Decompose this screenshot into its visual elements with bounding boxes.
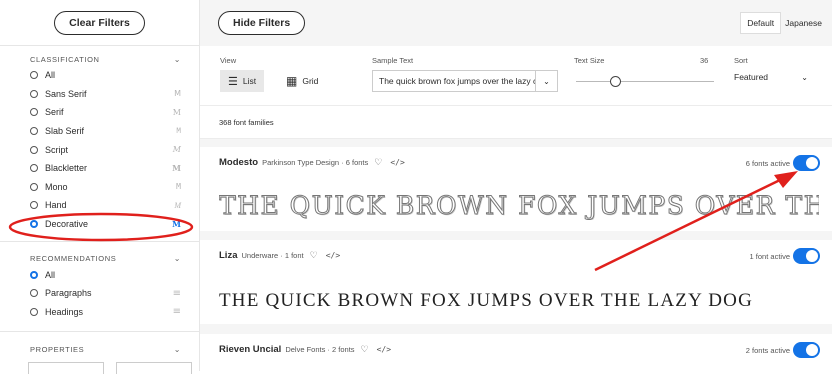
classification-glyph: M	[174, 200, 181, 210]
property-box[interactable]	[28, 362, 104, 374]
radio-icon[interactable]	[30, 108, 38, 117]
recommendation-label: Headings	[45, 306, 84, 317]
classification-script[interactable]: Script M	[0, 140, 199, 159]
recommendations-header[interactable]: RECOMMENDATIONS ⌄	[0, 251, 199, 265]
recommendation-all[interactable]: All	[0, 265, 199, 284]
classification-label: Serif	[45, 107, 64, 118]
properties-heading: PROPERTIES	[30, 344, 85, 354]
recommendation-paragraphs[interactable]: Paragraphs ≡	[0, 284, 199, 303]
radio-icon[interactable]	[30, 145, 38, 154]
chevron-down-icon[interactable]: ⌄	[174, 254, 181, 263]
radio-icon[interactable]	[30, 71, 38, 80]
clear-filters-button[interactable]: Clear Filters	[54, 10, 145, 35]
classification-heading: CLASSIFICATION	[30, 54, 100, 64]
classification-slab-serif[interactable]: Slab Serif M	[0, 122, 199, 141]
property-boxes	[0, 356, 199, 374]
classification-glyph: M	[172, 107, 181, 117]
classification-blackletter[interactable]: Blackletter M	[0, 159, 199, 178]
radio-icon[interactable]	[30, 182, 38, 191]
classification-glyph: M	[174, 89, 181, 99]
radio-icon[interactable]	[30, 289, 38, 298]
recommendations-section: RECOMMENDATIONS ⌄ All Paragraphs ≡ Headi…	[0, 241, 199, 321]
heading-lines-icon: ≡	[172, 306, 181, 318]
classification-label: Sans Serif	[45, 88, 87, 99]
classification-sans-serif[interactable]: Sans Serif M	[0, 85, 199, 104]
radio-selected-icon[interactable]	[30, 270, 38, 279]
classification-glyph: M	[172, 163, 181, 174]
arrow-head	[774, 171, 798, 188]
recommendations-heading: RECOMMENDATIONS	[30, 253, 117, 263]
chevron-down-icon[interactable]: ⌄	[174, 345, 181, 354]
classification-all[interactable]: All	[0, 66, 199, 85]
properties-section: PROPERTIES ⌄	[0, 331, 199, 374]
chevron-down-icon[interactable]: ⌄	[174, 55, 181, 64]
annotation-ellipse	[8, 212, 194, 242]
classification-glyph: M	[172, 145, 181, 155]
classification-label: Mono	[45, 181, 68, 192]
classification-mono[interactable]: Mono M	[0, 178, 199, 197]
classification-header[interactable]: CLASSIFICATION ⌄	[0, 52, 199, 66]
radio-icon[interactable]	[30, 164, 38, 173]
radio-icon[interactable]	[30, 89, 38, 98]
property-box[interactable]	[116, 362, 192, 374]
recommendation-headings[interactable]: Headings ≡	[0, 303, 199, 322]
paragraph-lines-icon: ≡	[172, 287, 181, 299]
classification-label: Slab Serif	[45, 126, 85, 137]
classification-label: Hand	[45, 200, 67, 211]
annotation-arrow	[594, 171, 798, 272]
classification-glyph: M	[176, 182, 181, 192]
radio-icon[interactable]	[30, 127, 38, 136]
arrow-shaft	[594, 178, 781, 272]
classification-serif[interactable]: Serif M	[0, 103, 199, 122]
filters-sidebar: Clear Filters CLASSIFICATION ⌄ All Sans …	[0, 0, 200, 374]
classification-label: Script	[45, 144, 69, 155]
classification-glyph: M	[176, 126, 181, 136]
clear-filters-area: Clear Filters	[0, 0, 199, 46]
properties-header[interactable]: PROPERTIES ⌄	[0, 342, 199, 356]
radio-icon[interactable]	[30, 307, 38, 316]
classification-label: Blackletter	[45, 163, 88, 174]
recommendation-label: All	[45, 269, 56, 280]
radio-icon[interactable]	[30, 201, 38, 210]
recommendation-label: Paragraphs	[45, 288, 92, 299]
classification-list: All Sans Serif M Serif M Slab Serif M Sc…	[0, 66, 199, 233]
classification-label: All	[45, 70, 56, 81]
main-panel: Hide Filters Default Japanese View ☰ Lis…	[200, 0, 832, 371]
